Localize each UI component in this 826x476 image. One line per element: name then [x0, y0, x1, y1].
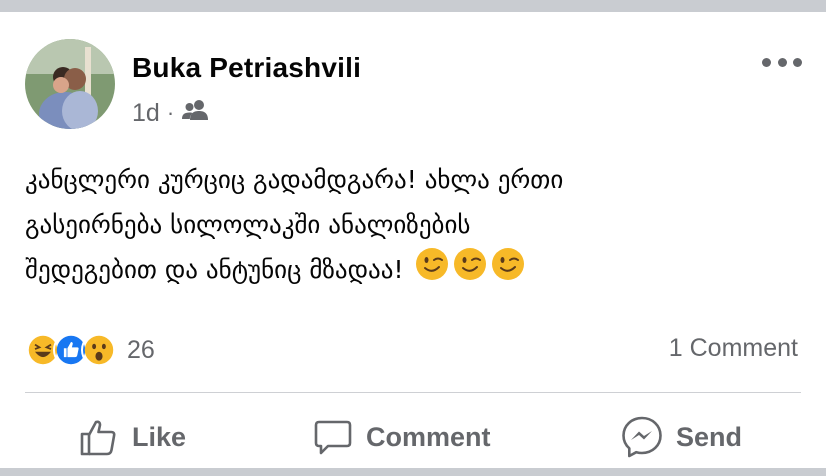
winking-face-icon — [453, 247, 487, 295]
reaction-count: 26 — [127, 335, 155, 364]
comment-count-link[interactable]: 1 Comment — [669, 334, 798, 363]
dot-icon — [793, 57, 802, 67]
comment-button[interactable]: Comment — [312, 407, 491, 467]
send-button[interactable]: Send — [620, 407, 742, 467]
winking-face-icon — [491, 247, 525, 295]
more-options-button[interactable] — [762, 52, 802, 72]
messenger-icon — [620, 415, 664, 459]
post-text-line: კანცლერი კურციც გადამდგარა! ახლა ერთი — [25, 165, 564, 194]
author-name[interactable]: Buka Petriashvili — [132, 52, 361, 84]
meta-separator: · — [166, 100, 175, 125]
post-meta: 1d · — [132, 98, 210, 128]
divider — [25, 392, 801, 393]
avatar[interactable] — [25, 39, 115, 129]
reactions-summary[interactable]: 26 — [25, 330, 155, 370]
friends-icon — [182, 99, 210, 128]
post-text-line: გასეირნება სილოლაკში ანალიზების — [25, 210, 471, 239]
post-card: Buka Petriashvili 1d · კანცლერი კურციც გ… — [0, 12, 826, 468]
thumbs-up-icon — [78, 416, 120, 458]
dot-icon — [762, 57, 771, 67]
post-text: კანცლერი კურციც გადამდგარა! ახლა ერთი გა… — [25, 157, 795, 295]
action-bar: Like Comment Send — [0, 404, 826, 470]
post-text-line: შედეგებით და ანტუნიც მზადაა! — [25, 255, 404, 284]
dot-icon — [777, 57, 787, 67]
like-label: Like — [132, 421, 187, 452]
like-button[interactable]: Like — [78, 407, 186, 467]
post-time[interactable]: 1d — [132, 99, 160, 128]
post-text-line-last: შედეგებით და ანტუნიც მზადაა! — [25, 247, 795, 295]
comment-label: Comment — [366, 421, 491, 452]
winking-face-icon — [415, 247, 449, 295]
send-label: Send — [676, 421, 743, 452]
wow-reaction-icon — [81, 332, 117, 368]
comment-bubble-icon — [312, 416, 354, 458]
